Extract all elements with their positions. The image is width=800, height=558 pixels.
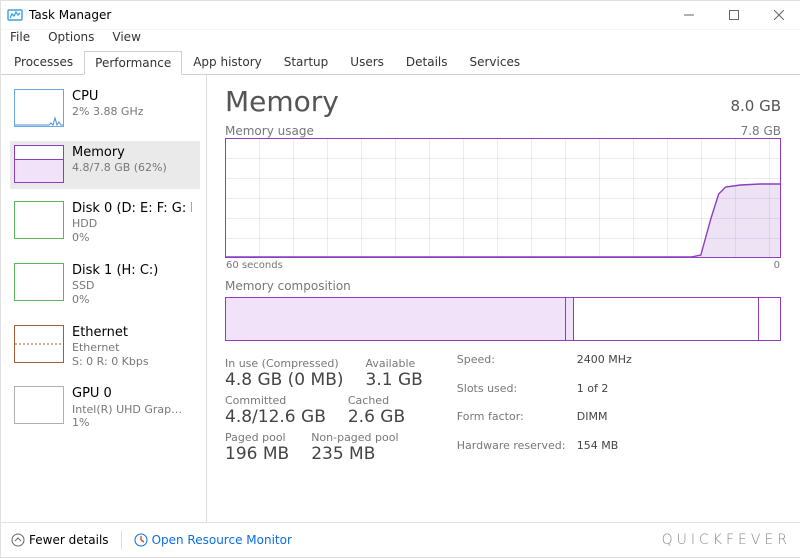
cpu-thumb xyxy=(14,89,64,127)
chevron-up-icon xyxy=(11,533,25,547)
resource-sidebar: CPU 2% 3.88 GHz Memory 4.8/7.8 GB (62%) … xyxy=(1,75,207,522)
tab-services[interactable]: Services xyxy=(459,50,532,74)
in-use-label: In use (Compressed) xyxy=(225,357,344,370)
hw-value: 154 MB xyxy=(577,439,632,465)
tab-bar: Processes Performance App history Startu… xyxy=(1,50,800,75)
nonpaged-label: Non-paged pool xyxy=(311,431,398,444)
memory-capacity: 8.0 GB xyxy=(730,97,781,115)
tab-startup[interactable]: Startup xyxy=(273,50,340,74)
sidebar-item-cpu[interactable]: CPU 2% 3.88 GHz xyxy=(10,85,200,133)
brand-watermark: QUICKFEVER xyxy=(662,532,791,548)
sidebar-item-label: Memory xyxy=(72,145,167,161)
speed-value: 2400 MHz xyxy=(577,353,632,379)
comp-free xyxy=(759,298,780,340)
comp-modified xyxy=(566,298,574,340)
sidebar-item-memory[interactable]: Memory 4.8/7.8 GB (62%) xyxy=(10,141,200,189)
form-value: DIMM xyxy=(577,410,632,436)
close-button[interactable] xyxy=(756,1,800,29)
disk1-thumb xyxy=(14,263,64,301)
disk0-thumb xyxy=(14,201,64,239)
sidebar-item-gpu[interactable]: GPU 0 Intel(R) UHD Grap… 1% xyxy=(10,382,200,436)
sidebar-item-sub: SSD xyxy=(72,279,158,293)
sidebar-item-ethernet[interactable]: Ethernet Ethernet S: 0 R: 0 Kbps xyxy=(10,321,200,375)
paged-value: 196 MB xyxy=(225,444,289,464)
hw-label: Hardware reserved: xyxy=(457,439,577,465)
tab-performance[interactable]: Performance xyxy=(84,51,182,75)
commit-label: Committed xyxy=(225,394,326,407)
fewer-details-button[interactable]: Fewer details xyxy=(11,533,109,547)
nonpaged-value: 235 MB xyxy=(311,444,398,464)
sidebar-item-sub2: 0% xyxy=(72,231,192,245)
sidebar-item-sub: 4.8/7.8 GB (62%) xyxy=(72,161,167,175)
comp-standby xyxy=(574,298,759,340)
minimize-button[interactable] xyxy=(666,1,711,29)
sidebar-item-sub2: S: 0 R: 0 Kbps xyxy=(72,355,149,369)
slots-value: 1 of 2 xyxy=(577,382,632,408)
sidebar-item-label: Ethernet xyxy=(72,325,149,341)
tab-details[interactable]: Details xyxy=(395,50,459,74)
cached-label: Cached xyxy=(348,394,405,407)
sidebar-item-label: CPU xyxy=(72,89,144,105)
eth-thumb xyxy=(14,325,64,363)
comp-label: Memory composition xyxy=(225,279,351,293)
gpu-thumb xyxy=(14,386,64,424)
sidebar-item-sub2: 1% xyxy=(72,416,182,430)
sidebar-item-label: GPU 0 xyxy=(72,386,182,402)
memory-thumb xyxy=(14,145,64,183)
stats-col-1: In use (Compressed) 4.8 GB (0 MB) Availa… xyxy=(225,353,423,464)
sidebar-item-disk0[interactable]: Disk 0 (D: E: F: G: I:) HDD 0% xyxy=(10,197,200,251)
axis-right: 0 xyxy=(774,260,780,271)
menu-options[interactable]: Options xyxy=(48,30,94,44)
memory-composition-bar[interactable] xyxy=(225,297,781,341)
sidebar-item-sub: Intel(R) UHD Grap… xyxy=(72,403,182,417)
in-use-value: 4.8 GB (0 MB) xyxy=(225,370,344,390)
tab-users[interactable]: Users xyxy=(339,50,395,74)
avail-label: Available xyxy=(366,357,423,370)
sidebar-item-disk1[interactable]: Disk 1 (H: C:) SSD 0% xyxy=(10,259,200,313)
cached-value: 2.6 GB xyxy=(348,407,405,427)
separator xyxy=(121,531,122,549)
form-label: Form factor: xyxy=(457,410,577,436)
memory-pane: Memory 8.0 GB Memory usage 7.8 GB 60 sec… xyxy=(207,75,800,522)
axis-left: 60 seconds xyxy=(226,260,283,271)
sidebar-item-sub2: 0% xyxy=(72,293,158,307)
monitor-icon xyxy=(134,533,148,547)
usage-label: Memory usage xyxy=(225,124,314,138)
menu-file[interactable]: File xyxy=(10,30,30,44)
details-grid: Speed: 2400 MHz Slots used: 1 of 2 Form … xyxy=(457,353,632,464)
memory-usage-chart[interactable] xyxy=(225,138,781,258)
app-icon xyxy=(7,7,23,23)
sidebar-item-label: Disk 0 (D: E: F: G: I:) xyxy=(72,201,192,217)
paged-label: Paged pool xyxy=(225,431,289,444)
usage-max: 7.8 GB xyxy=(741,124,781,138)
avail-value: 3.1 GB xyxy=(366,370,423,390)
sidebar-item-label: Disk 1 (H: C:) xyxy=(72,263,158,279)
window-title: Task Manager xyxy=(29,8,111,22)
menu-view[interactable]: View xyxy=(112,30,140,44)
slots-label: Slots used: xyxy=(457,382,577,408)
speed-label: Speed: xyxy=(457,353,577,379)
maximize-button[interactable] xyxy=(711,1,756,29)
commit-value: 4.8/12.6 GB xyxy=(225,407,326,427)
sidebar-item-sub: HDD xyxy=(72,217,192,231)
open-resource-monitor-link[interactable]: Open Resource Monitor xyxy=(134,533,292,547)
sidebar-item-sub: Ethernet xyxy=(72,341,149,355)
comp-in-use xyxy=(226,298,566,340)
sidebar-item-sub: 2% 3.88 GHz xyxy=(72,105,144,119)
tab-app-history[interactable]: App history xyxy=(182,50,273,74)
tab-processes[interactable]: Processes xyxy=(3,50,84,74)
menu-bar: File Options View xyxy=(1,30,800,50)
pane-title: Memory xyxy=(225,85,339,118)
